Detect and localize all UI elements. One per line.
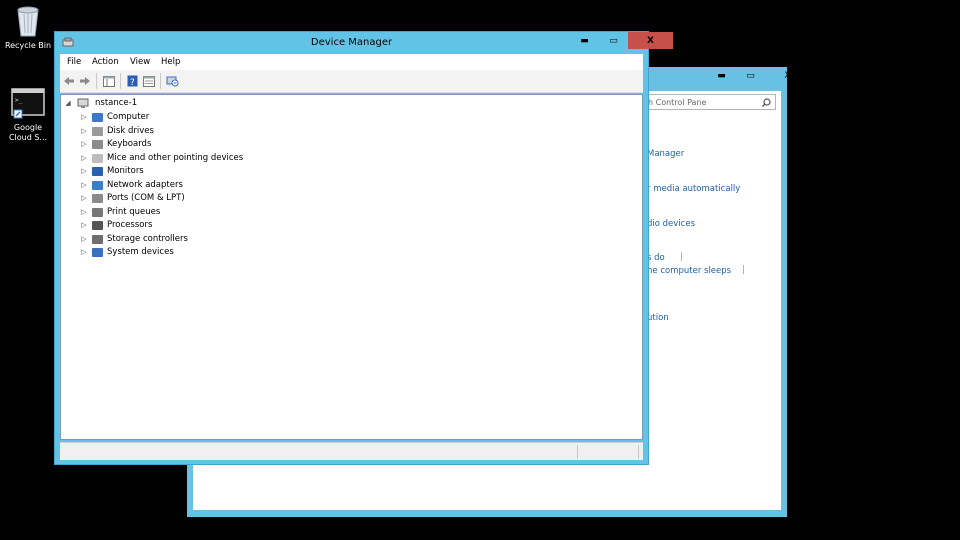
status-bar-separator [638, 445, 639, 459]
expand-arrow-icon[interactable]: ▷ [80, 165, 88, 178]
status-bar-separator [577, 445, 578, 459]
link-audio-devices[interactable]: dio devices [647, 219, 695, 229]
svg-text:>_: >_ [15, 97, 23, 104]
expand-arrow-icon[interactable]: ▷ [80, 219, 88, 232]
device-category-label: Keyboards [107, 139, 152, 149]
scan-hardware-icon [166, 76, 178, 87]
link-autoplay[interactable]: r media automatically [647, 184, 740, 194]
maximize-button[interactable]: ▭ [736, 67, 765, 84]
network-adapter-icon [92, 180, 103, 190]
device-category-label: Disk drives [107, 125, 154, 136]
device-category-label: Processors [107, 220, 153, 230]
link-device-manager[interactable]: Manager [647, 149, 684, 159]
minimize-button[interactable]: ▬ [707, 67, 736, 84]
menu-view[interactable]: View [130, 57, 150, 67]
back-arrow-icon [64, 77, 74, 85]
monitor-icon [92, 167, 103, 176]
show-hide-console-tree-icon [103, 75, 115, 87]
disk-drive-icon [92, 126, 103, 136]
menu-action[interactable]: Action [92, 57, 119, 67]
scan-for-hardware-changes-button[interactable] [165, 74, 179, 88]
command-prompt-icon: >_ [11, 88, 45, 119]
toolbar-separator [160, 73, 161, 89]
show-hide-console-tree-button[interactable] [102, 74, 116, 88]
computer-root-icon [77, 98, 89, 108]
expand-arrow-icon[interactable]: ▷ [80, 206, 88, 219]
expand-arrow-icon[interactable]: ▷ [80, 111, 88, 124]
toolbar: ? [60, 70, 643, 93]
tree-root-label: nstance-1 [95, 98, 138, 108]
recycle-bin-label: Recycle Bin [4, 41, 52, 50]
control-panel-caption-buttons: ▬ ▭ X [707, 67, 810, 84]
device-category-label: Computer [107, 112, 150, 122]
toolbar-separator [96, 73, 97, 89]
properties-icon [143, 75, 155, 87]
computer-icon [92, 113, 103, 122]
expand-arrow-icon[interactable]: ▷ [80, 179, 88, 192]
forward-button[interactable] [78, 74, 92, 88]
expand-arrow-icon[interactable]: ▷ [80, 233, 88, 246]
maximize-button[interactable]: ▭ [599, 32, 628, 49]
link-separator-2: | [742, 265, 745, 275]
recycle-bin-icon [17, 6, 39, 37]
expand-arrow-icon[interactable]: ▷ [80, 138, 88, 151]
device-category-label: Network adapters [107, 179, 183, 190]
device-tree[interactable]: ◢ nstance-1 ▷ Computer ▷ Disk drives ▷ Keyboa… [60, 94, 643, 440]
properties-button[interactable] [142, 74, 156, 88]
minimize-button[interactable]: ▬ [570, 32, 599, 49]
device-manager-window[interactable]: Device Manager ▬ ▭ X File Action View He… [54, 31, 673, 465]
expand-arrow-icon[interactable]: ▷ [80, 152, 88, 165]
forward-arrow-icon [80, 77, 90, 85]
processor-icon [92, 221, 103, 230]
help-button[interactable]: ? [125, 74, 139, 88]
keyboard-icon [92, 140, 103, 149]
window-title: Device Manager [310, 37, 393, 48]
printer-icon [92, 207, 103, 217]
search-icon [762, 98, 771, 107]
port-icon [92, 194, 103, 203]
device-category-label: Ports (COM & LPT) [107, 193, 185, 203]
google-cloud-sdk-label: Google Cloud S... [8, 123, 48, 142]
status-bar [60, 442, 643, 460]
device-category-label: Monitors [107, 166, 144, 176]
toolbar-separator [120, 73, 121, 89]
device-category-label: Print queues [107, 206, 161, 217]
link-separator-1: | [680, 252, 683, 262]
device-manager-caption-buttons: ▬ ▭ X [570, 32, 673, 49]
close-button[interactable]: X [628, 32, 673, 49]
search-placeholder: h Control Pane [648, 98, 707, 107]
menu-file[interactable]: File [67, 57, 81, 67]
device-category-label: Mice and other pointing devices [107, 152, 244, 163]
recycle-bin-desktop-icon[interactable]: Recycle Bin [2, 4, 54, 51]
expand-arrow-icon[interactable]: ▷ [80, 192, 88, 205]
back-button[interactable] [62, 74, 76, 88]
link-power-buttons[interactable]: s do [647, 253, 665, 263]
collapse-arrow-icon[interactable]: ◢ [64, 97, 72, 110]
help-icon: ? [127, 75, 137, 87]
mouse-icon [92, 153, 103, 163]
link-sleep[interactable]: he computer sleeps [647, 266, 731, 276]
svg-text:?: ? [130, 78, 135, 87]
system-device-icon [92, 248, 103, 257]
google-cloud-sdk-desktop-icon[interactable]: >_ Google Cloud S... [2, 88, 54, 143]
link-screen-resolution[interactable]: ution [647, 313, 669, 323]
expand-arrow-icon[interactable]: ▷ [80, 246, 88, 259]
menu-help[interactable]: Help [161, 57, 180, 67]
menu-bar: File Action View Help [60, 54, 643, 70]
device-category-label: Storage controllers [107, 233, 188, 244]
control-panel-search-input[interactable]: h Control Pane [643, 94, 776, 110]
storage-controller-icon [92, 234, 103, 244]
expand-arrow-icon[interactable]: ▷ [80, 125, 88, 138]
close-button[interactable]: X [765, 67, 810, 84]
device-category-label: System devices [107, 247, 174, 257]
